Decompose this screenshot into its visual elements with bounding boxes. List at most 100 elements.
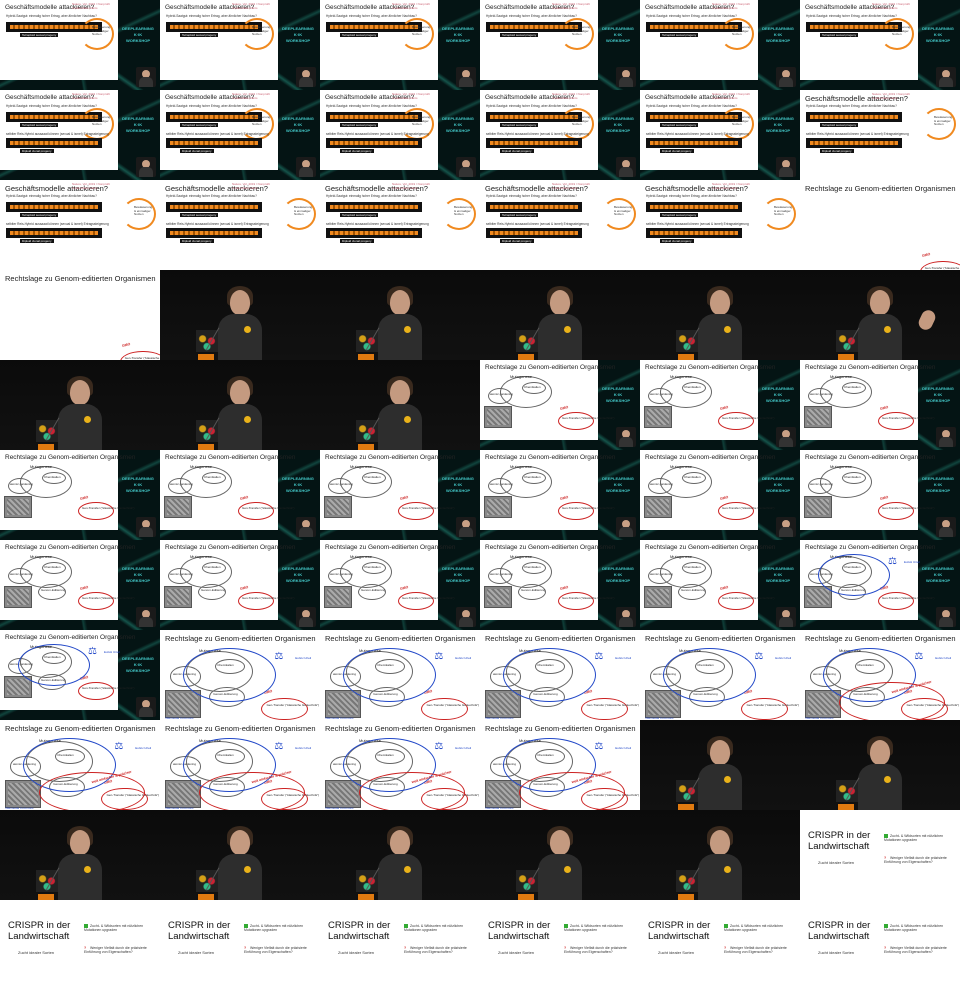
shirt-emblem bbox=[564, 866, 571, 873]
speaker-body bbox=[58, 854, 102, 900]
source-badge: Nature, Vol. 2019 / Nonprofit implant-li… bbox=[712, 92, 750, 100]
gentransfer-oval bbox=[78, 592, 114, 610]
raised-hand bbox=[916, 307, 938, 333]
eugh-label: EuGH Urteil bbox=[455, 656, 472, 660]
frame-9: Geschäftsmodelle attackieren? Nature, Vol… bbox=[320, 90, 480, 180]
event-logo: DEEPLEARNING K·IK WORKSHOP bbox=[442, 566, 474, 596]
speaker-thumbnail bbox=[136, 517, 156, 537]
slide-rechtslage: Rechtslage zu Genom-editierten Organisme… bbox=[480, 720, 640, 810]
atomic-oval bbox=[488, 478, 512, 494]
bullet-point: Hybrid-Saatgut: einmalig hoher Ertrag, a… bbox=[646, 194, 737, 198]
shirt-emblem bbox=[724, 776, 731, 783]
event-logo-line: WORKSHOP bbox=[286, 578, 310, 583]
event-logo: DEEPLEARNING K·IK WORKSHOP bbox=[282, 26, 314, 56]
arc-caption: Bewässerung & einmaliger Nutzen bbox=[732, 115, 751, 126]
plant-photo bbox=[484, 406, 512, 428]
gentransfer-oval bbox=[238, 592, 274, 610]
scales-icon: ⚖ bbox=[754, 650, 764, 662]
stage-background bbox=[800, 720, 960, 810]
bullet-point: Hybrid-Saatgut: einmalig hoher Ertrag, a… bbox=[326, 14, 417, 18]
checklist-item: ? Weniger Vielfalt durch die präzisierte … bbox=[724, 946, 796, 954]
speaker-body bbox=[58, 404, 102, 450]
chemikalien-label: Chemikalien bbox=[44, 475, 61, 479]
slide-title: Rechtslage zu Genom-editierten Organisme… bbox=[485, 724, 636, 733]
slide-rechtslage: Rechtslage zu Genom-editierten Organisme… bbox=[320, 540, 455, 620]
mutagenese-label: Mutagenese bbox=[510, 554, 533, 559]
arc-caption: Bewässerung & einmaliger Nutzen bbox=[134, 205, 153, 216]
frame-32: Rechtslage zu Genom-editierten Organisme… bbox=[160, 450, 320, 540]
bullet-point: Hybrid-Saatgut: einmalig hoher Ertrag, a… bbox=[326, 104, 417, 108]
slide-rechtslage: Rechtslage zu Genom-editierten Organisme… bbox=[800, 630, 960, 720]
checklist-text: Zucht- & Wildsorten mit nützlichen Mutat… bbox=[84, 924, 144, 933]
slide-title: Rechtslage zu Genom-editierten Organisme… bbox=[645, 364, 776, 371]
red-arc bbox=[839, 682, 945, 720]
genomedit-oval bbox=[198, 584, 226, 600]
strip-caption: Tetraploid sexual progeny bbox=[660, 213, 699, 217]
eugh-label: EuGH Urteil bbox=[615, 656, 632, 660]
atomic-oval bbox=[808, 388, 832, 404]
mutagenese-label: Mutagenese bbox=[670, 464, 693, 469]
slide-geschaeftsmodelle: Geschäftsmodelle attackieren? Nature, Vol… bbox=[480, 180, 640, 270]
slide-geschaeftsmodelle: Geschäftsmodelle attackieren? Nature, Vol… bbox=[0, 180, 160, 270]
frame-35: Rechtslage zu Genom-editierten Organisme… bbox=[640, 450, 800, 540]
genomedit-label: Genom-Editierung bbox=[41, 588, 66, 592]
plant-photo bbox=[324, 496, 352, 518]
strip-caption: Tetraploid sexual progeny bbox=[180, 123, 219, 127]
contact-sheet: Geschäftsmodelle attackieren? Nature, Vol… bbox=[0, 0, 960, 990]
event-logo-line: WORKSHOP bbox=[766, 128, 790, 133]
gentransfer-label: Gen-Transfer ("klassische Gentechnik") bbox=[586, 702, 640, 707]
frame-55 bbox=[0, 810, 160, 900]
event-logo-line: WORKSHOP bbox=[126, 128, 150, 133]
genomedit-label: Genom-Editierung bbox=[521, 588, 546, 592]
plant-photo bbox=[804, 496, 832, 518]
slide-title: Rechtslage zu Genom-editierten Organisme… bbox=[165, 454, 296, 461]
checklist-text: Zucht- & Wildsorten mit nützlichen Mutat… bbox=[404, 924, 464, 933]
event-logo-line: WORKSHOP bbox=[286, 128, 310, 133]
genomedit-label: Genom-Editierung bbox=[361, 588, 386, 592]
speaker-thumbnail bbox=[136, 157, 156, 177]
gmo-stamp: GMO bbox=[79, 494, 89, 502]
speaker bbox=[378, 284, 422, 360]
speaker-thumbnail bbox=[136, 607, 156, 627]
image-strip bbox=[166, 228, 262, 238]
gmo-stamp: GMO bbox=[719, 584, 729, 592]
eugh-label: EuGH Urteil bbox=[775, 656, 792, 660]
gmo-stamp: GMO bbox=[399, 584, 409, 592]
slide-crispr: CRISPR in der Landwirtschaft Zucht idealer… bbox=[160, 900, 320, 990]
frame-51: Rechtslage zu Genom-editierten Organisme… bbox=[320, 720, 480, 810]
event-logo: DEEPLEARNING K·IK WORKSHOP bbox=[762, 386, 794, 416]
source-badge: Nature, Vol. 2019 / Nonprofit implant-li… bbox=[232, 92, 270, 100]
event-logo: DEEPLEARNING K·IK WORKSHOP bbox=[602, 116, 634, 146]
strip-caption: Tetraploid sexual progeny bbox=[180, 213, 219, 217]
gentransfer-oval bbox=[878, 592, 914, 610]
gentransfer-oval bbox=[398, 592, 434, 610]
event-logo: DEEPLEARNING K·IK WORKSHOP bbox=[602, 476, 634, 506]
speaker-thumbnail bbox=[456, 67, 476, 87]
slide-rechtslage: Rechtslage zu Genom-editierten Organisme… bbox=[640, 360, 775, 440]
strip-caption: Diploid clonal progeny bbox=[660, 149, 694, 153]
slide-title: Rechtslage zu Genom-editierten Organisme… bbox=[5, 634, 136, 641]
chemikalien-label: Chemikalien bbox=[204, 475, 221, 479]
slide-subtitle: Zucht idealer Sorten bbox=[658, 950, 695, 955]
slide-title-line2: Landwirtschaft bbox=[648, 931, 710, 942]
speaker-thumbnail bbox=[776, 157, 796, 177]
scales-icon: ⚖ bbox=[114, 740, 124, 752]
frame-64: CRISPR in der Landwirtschaft Zucht idealer… bbox=[480, 900, 640, 990]
mutagenese-label: Mutagenese bbox=[350, 554, 373, 559]
frame-7: Geschäftsmodelle attackieren? Nature, Vol… bbox=[0, 90, 160, 180]
gentransfer-oval bbox=[581, 697, 628, 720]
frame-27 bbox=[320, 360, 480, 450]
slide-title: Rechtslage zu Genom-editierten Organisme… bbox=[5, 274, 156, 283]
frame-53 bbox=[640, 720, 800, 810]
frame-50: Rechtslage zu Genom-editierten Organisme… bbox=[160, 720, 320, 810]
slide-title: CRISPR in der bbox=[328, 920, 391, 931]
chemikalien-label: Chemikalien bbox=[684, 385, 701, 389]
frame-16: Geschäftsmodelle attackieren? Nature, Vol… bbox=[480, 180, 640, 270]
shirt-emblem bbox=[884, 326, 891, 333]
slide-rechtslage: Rechtslage zu Genom-editierten Organisme… bbox=[0, 540, 135, 620]
mutagenese-label: Mutagenese bbox=[510, 374, 533, 379]
checklist-text: Weniger Vielfalt durch die präzisierte E… bbox=[564, 946, 627, 955]
speaker bbox=[218, 284, 262, 360]
event-logo-line: WORKSHOP bbox=[606, 578, 630, 583]
bullet-point: selbiter Reis-Hybrid aussaaat können (se… bbox=[326, 222, 429, 226]
